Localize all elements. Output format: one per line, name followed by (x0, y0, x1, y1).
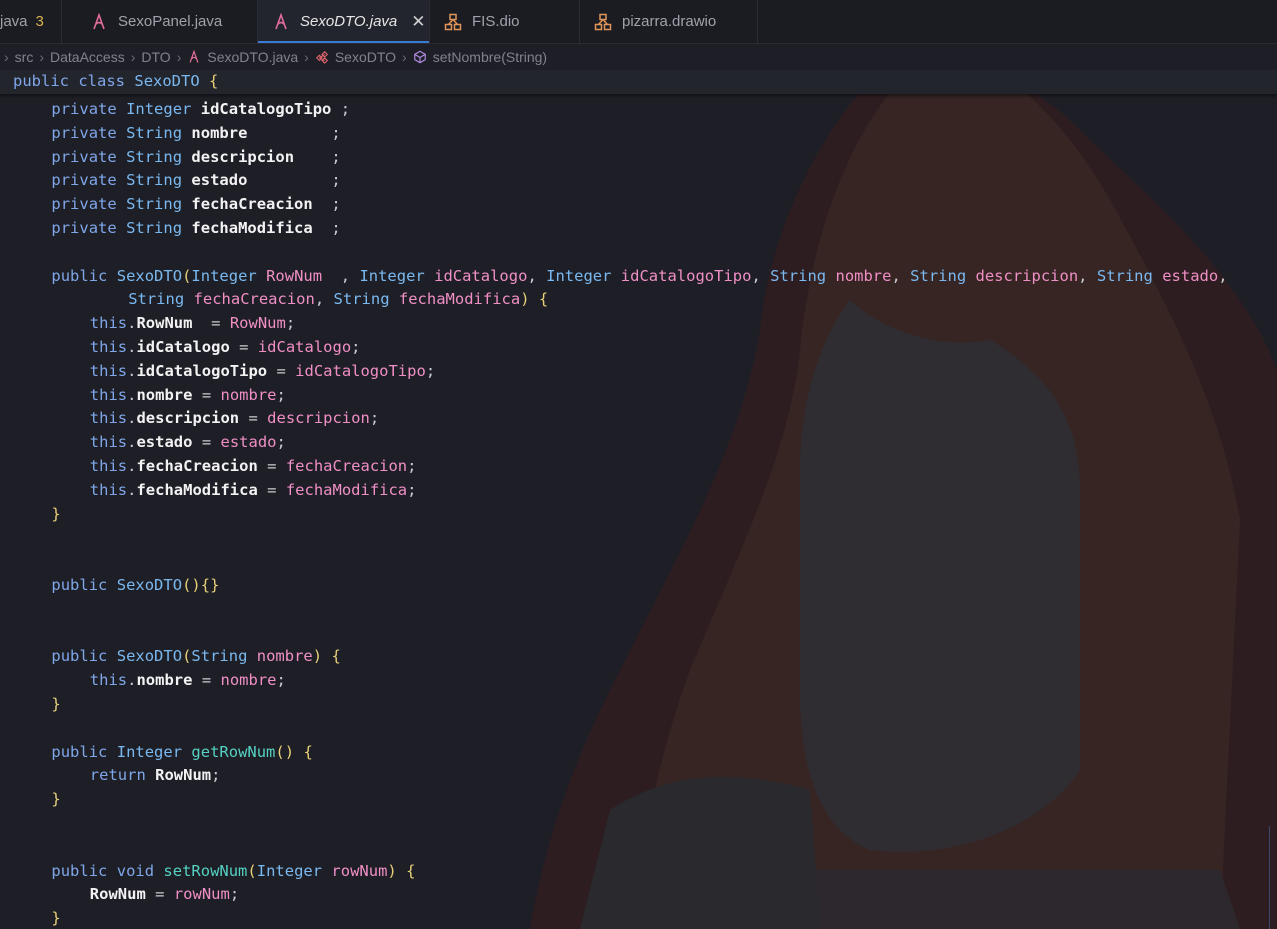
breadcrumb-label: SexoDTO (334, 49, 397, 65)
code-line[interactable]: private String fechaModifica ; (13, 217, 340, 241)
chevron-right-icon: › (4, 49, 9, 65)
chevron-right-icon: › (402, 49, 407, 65)
minimap-scroll-indicator[interactable] (1269, 826, 1277, 929)
breadcrumb-label: DataAccess (50, 49, 125, 65)
tab-label: java (0, 13, 28, 30)
editor-tab-bar: java 3 SexoPanel.java SexoDTO.java ✕ FIS… (0, 0, 1277, 44)
chevron-right-icon: › (130, 49, 136, 65)
breadcrumb-label: src (14, 49, 34, 65)
code-line[interactable]: RowNum = rowNum; (13, 883, 239, 907)
code-line[interactable]: this.fechaModifica = fechaModifica; (13, 479, 417, 503)
drawio-icon (594, 13, 612, 30)
code-line[interactable]: this.nombre = nombre; (13, 384, 286, 408)
class-icon (315, 50, 328, 64)
breadcrumb-label: SexoDTO.java (207, 49, 299, 65)
code-line[interactable]: private String estado ; (13, 169, 340, 193)
code-line[interactable]: public SexoDTO(Integer RowNum , Integer … (13, 265, 1227, 289)
breadcrumb-label: DTO (141, 49, 171, 65)
code-line[interactable]: } (13, 788, 60, 812)
background-wallpaper-image (530, 70, 1277, 929)
code-line[interactable]: String fechaCreacion, String fechaModifi… (13, 288, 548, 312)
code-line[interactable]: public void setRowNum(Integer rowNum) { (13, 860, 415, 884)
code-editor[interactable]: public class SexoDTO { private Integer id… (0, 70, 1277, 929)
code-line[interactable]: } (13, 503, 60, 527)
chevron-right-icon: › (176, 49, 182, 65)
code-line[interactable]: this.RowNum = RowNum; (13, 312, 295, 336)
chevron-right-icon: › (304, 49, 309, 65)
tab-label: pizarra.drawio (622, 13, 717, 30)
breadcrumb-item-src[interactable]: src (15, 49, 34, 65)
java-icon (275, 12, 287, 29)
code-line[interactable]: public SexoDTO(){} (13, 574, 219, 598)
problem-count-badge: 3 (35, 13, 44, 30)
breadcrumb-item-class[interactable]: SexoDTO (315, 49, 396, 65)
breadcrumb: › src › DataAccess › DTO › SexoDTO.java … (0, 44, 1277, 70)
code-line[interactable]: } (13, 693, 60, 717)
code-line[interactable]: return RowNum; (13, 764, 221, 788)
breadcrumb-label: setNombre(String) (432, 49, 548, 65)
code-line[interactable]: private String fechaCreacion ; (13, 193, 340, 217)
chevron-right-icon: › (39, 49, 45, 65)
tab-sexopanel-java[interactable]: SexoPanel.java (76, 0, 258, 43)
code-line[interactable]: this.fechaCreacion = fechaCreacion; (13, 455, 417, 479)
tab-label: FIS.dio (472, 13, 520, 30)
code-line[interactable]: private String nombre ; (13, 122, 340, 146)
java-icon (189, 50, 199, 63)
tab-pizarra-drawio[interactable]: pizarra.drawio (580, 0, 758, 43)
breadcrumb-item-method[interactable]: setNombre(String) (413, 49, 547, 65)
tab-sexodto-java[interactable]: SexoDTO.java ✕ (258, 0, 430, 43)
sticky-scroll-line[interactable]: public class SexoDTO { (0, 70, 1277, 94)
method-icon (413, 50, 426, 64)
code-line[interactable]: public SexoDTO(String nombre) { (13, 645, 340, 669)
code-line[interactable]: this.descripcion = descripcion; (13, 407, 379, 431)
code-line[interactable]: this.idCatalogo = idCatalogo; (13, 336, 361, 360)
code-line[interactable]: public Integer getRowNum() { (13, 741, 312, 765)
breadcrumb-item-dataaccess[interactable]: DataAccess (50, 49, 125, 65)
code-line[interactable]: this.nombre = nombre; (13, 669, 286, 693)
code-line[interactable]: private Integer idCatalogoTipo ; (13, 98, 350, 122)
code-line[interactable]: } (13, 907, 60, 929)
breadcrumb-item-file[interactable]: SexoDTO.java (187, 49, 298, 65)
code-line[interactable]: this.estado = estado; (13, 431, 286, 455)
close-icon[interactable]: ✕ (411, 12, 425, 32)
code-line[interactable]: this.idCatalogoTipo = idCatalogoTipo; (13, 360, 435, 384)
java-icon (93, 12, 105, 29)
tab-label: SexoPanel.java (118, 13, 223, 30)
code-line[interactable]: private String descripcion ; (13, 146, 340, 170)
drawio-icon (444, 13, 462, 30)
tab-label: SexoDTO.java (300, 13, 398, 30)
breadcrumb-item-dto[interactable]: DTO (141, 49, 170, 65)
tab-java[interactable]: java 3 (0, 0, 62, 43)
tab-fis-dio[interactable]: FIS.dio (430, 0, 580, 43)
